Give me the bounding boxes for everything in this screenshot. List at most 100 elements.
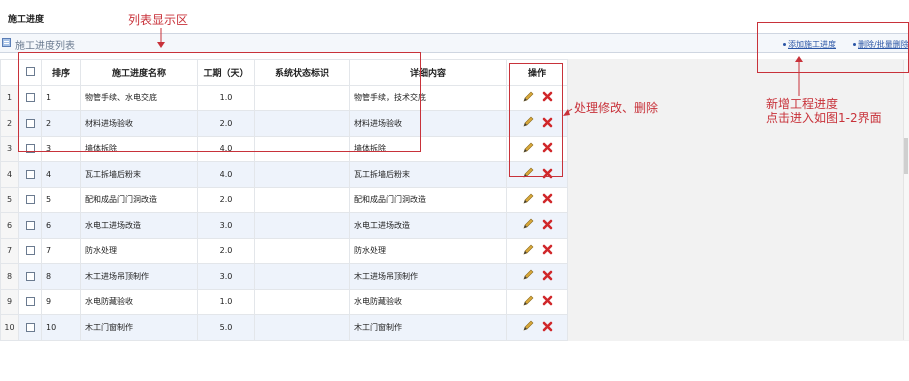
close-icon[interactable] — [542, 219, 553, 232]
header-period[interactable]: 工期（天） — [197, 59, 255, 86]
row-checkbox[interactable] — [25, 118, 35, 128]
add-progress-link[interactable]: 添加施工进度 — [783, 39, 836, 50]
select-all-checkbox[interactable] — [25, 67, 35, 77]
table-row[interactable]: 4 4 瓦工拆墙后粉末 4.0 瓦工拆墙后粉末 — [0, 161, 568, 188]
row-checkbox[interactable] — [25, 271, 35, 281]
close-icon[interactable] — [542, 117, 553, 130]
row-select-cell[interactable] — [18, 314, 42, 341]
close-icon[interactable] — [542, 270, 553, 283]
row-select-cell[interactable] — [18, 186, 42, 213]
row-select-cell[interactable] — [18, 110, 42, 137]
table-row[interactable]: 8 8 木工进场吊顶制作 3.0 木工进场吊顶制作 — [0, 263, 568, 290]
delete-progress-link[interactable]: 删除/批量删除 — [853, 39, 909, 50]
cell-status — [254, 237, 350, 264]
pencil-icon[interactable] — [522, 193, 534, 207]
close-icon[interactable] — [542, 193, 553, 206]
cell-period: 1.0 — [197, 288, 255, 315]
annotation-list-area: 列表显示区 — [128, 13, 189, 27]
cell-ops — [506, 237, 568, 264]
scrollbar-thumb[interactable] — [904, 138, 908, 174]
row-checkbox[interactable] — [25, 169, 35, 179]
cell-detail: 配和成品门门洞改造 — [349, 186, 507, 213]
table-row[interactable]: 10 10 木工门窗制作 5.0 木工门窗制作 — [0, 314, 568, 341]
header-status[interactable]: 系统状态标识 — [254, 59, 350, 86]
header-detail[interactable]: 详细内容 — [349, 59, 507, 86]
row-checkbox[interactable] — [25, 220, 35, 230]
cell-period: 1.0 — [197, 84, 255, 111]
row-checkbox[interactable] — [25, 144, 35, 154]
cell-order: 4 — [41, 161, 81, 188]
row-checkbox[interactable] — [25, 93, 35, 103]
annotation-add-line1: 新增工程进度 — [766, 97, 839, 111]
cell-order: 3 — [41, 135, 81, 162]
cell-detail: 瓦工拆墙后粉末 — [349, 161, 507, 188]
cell-status — [254, 314, 350, 341]
cell-name: 水电防藏验收 — [80, 288, 198, 315]
table-row[interactable]: 5 5 配和成品门门洞改造 2.0 配和成品门门洞改造 — [0, 186, 568, 213]
cell-status — [254, 263, 350, 290]
header-name[interactable]: 施工进度名称 — [80, 59, 198, 86]
cell-name: 瓦工拆墙后粉末 — [80, 161, 198, 188]
pencil-icon[interactable] — [522, 244, 534, 258]
bullet-icon — [783, 43, 786, 46]
cell-order: 1 — [41, 84, 81, 111]
table-row[interactable]: 7 7 防水处理 2.0 防水处理 — [0, 237, 568, 264]
cell-period: 2.0 — [197, 110, 255, 137]
table-row[interactable]: 6 6 水电工进场改造 3.0 水电工进场改造 — [0, 212, 568, 239]
pencil-icon[interactable] — [522, 295, 534, 309]
row-checkbox[interactable] — [25, 297, 35, 307]
cell-name: 材料进场验收 — [80, 110, 198, 137]
table-row[interactable]: 3 3 墙体拆除 4.0 墙体拆除 — [0, 135, 568, 162]
close-icon[interactable] — [542, 91, 553, 104]
header-order[interactable]: 排序 — [41, 59, 81, 86]
row-select-cell[interactable] — [18, 135, 42, 162]
header-select-all[interactable] — [18, 59, 42, 86]
cell-name: 配和成品门门洞改造 — [80, 186, 198, 213]
close-icon[interactable] — [542, 295, 553, 308]
cell-order: 9 — [41, 288, 81, 315]
cell-status — [254, 135, 350, 162]
pencil-icon[interactable] — [522, 269, 534, 283]
row-select-cell[interactable] — [18, 212, 42, 239]
progress-table: 排序 施工进度名称 工期（天） 系统状态标识 详细内容 操作 1 1 物管手续、水电… — [0, 59, 568, 341]
row-number: 4 — [0, 161, 19, 188]
table-row[interactable]: 9 9 水电防藏验收 1.0 水电防藏验收 — [0, 288, 568, 315]
row-select-cell[interactable] — [18, 161, 42, 188]
cell-status — [254, 212, 350, 239]
pencil-icon[interactable] — [522, 218, 534, 232]
cell-detail: 水电防藏验收 — [349, 288, 507, 315]
row-checkbox[interactable] — [25, 322, 35, 332]
table-row[interactable]: 2 2 材料进场验收 2.0 材料进场验收 — [0, 110, 568, 137]
pencil-icon[interactable] — [522, 91, 534, 105]
row-checkbox[interactable] — [25, 195, 35, 205]
pencil-icon[interactable] — [522, 167, 534, 181]
pencil-icon[interactable] — [522, 320, 534, 334]
cell-name: 物管手续、水电交底 — [80, 84, 198, 111]
header-rownum — [0, 59, 19, 86]
cell-ops — [506, 110, 568, 137]
row-select-cell[interactable] — [18, 84, 42, 111]
vertical-scrollbar[interactable] — [903, 60, 909, 340]
row-select-cell[interactable] — [18, 288, 42, 315]
row-number: 2 — [0, 110, 19, 137]
cell-detail: 木工进场吊顶制作 — [349, 263, 507, 290]
row-number: 10 — [0, 314, 19, 341]
table-row[interactable]: 1 1 物管手续、水电交底 1.0 物管手续，技术交底 — [0, 84, 568, 111]
panel-label: 施工进度列表 — [15, 41, 75, 52]
cell-ops — [506, 263, 568, 290]
pencil-icon[interactable] — [522, 116, 534, 130]
close-icon[interactable] — [542, 321, 553, 334]
close-icon[interactable] — [542, 142, 553, 155]
cell-ops — [506, 212, 568, 239]
row-number: 8 — [0, 263, 19, 290]
row-checkbox[interactable] — [25, 246, 35, 256]
close-icon[interactable] — [542, 168, 553, 181]
page-title: 施工进度 — [8, 15, 45, 25]
cell-ops — [506, 288, 568, 315]
pencil-icon[interactable] — [522, 142, 534, 156]
cell-name: 水电工进场改造 — [80, 212, 198, 239]
row-select-cell[interactable] — [18, 237, 42, 264]
close-icon[interactable] — [542, 244, 553, 257]
cell-ops — [506, 84, 568, 111]
row-select-cell[interactable] — [18, 263, 42, 290]
